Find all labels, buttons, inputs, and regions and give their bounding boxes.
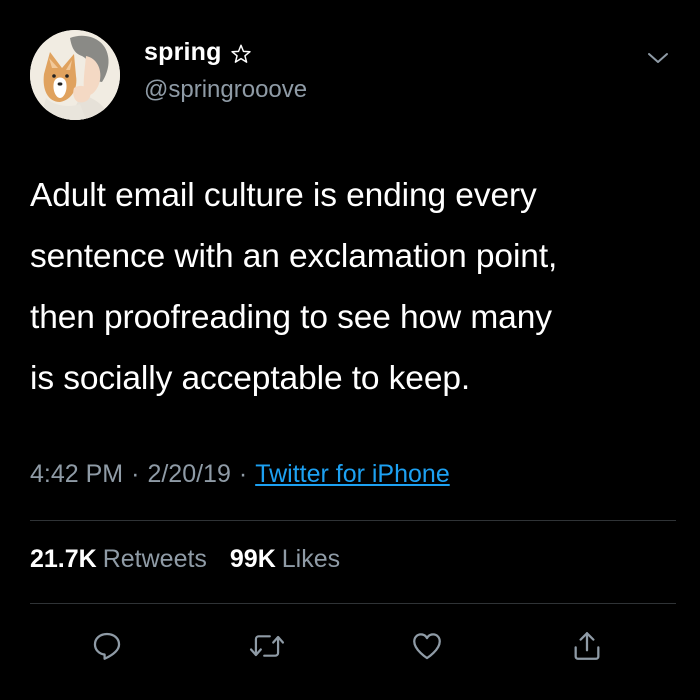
retweet-button[interactable] [247,626,287,666]
tweet-text-line: Adult email culture is ending every [30,177,537,214]
likes-label: Likes [281,545,341,573]
tweet-text-line: sentence with an exclamation point, [30,238,558,275]
tweet-card: spring @springrooove Adult email culture… [0,0,700,700]
avatar-illustration [30,30,120,120]
star-icon [230,43,252,65]
reply-button[interactable] [87,626,127,666]
avatar[interactable] [30,30,120,120]
display-name[interactable]: spring [144,38,222,67]
divider [30,603,676,604]
user-handle[interactable]: @springrooove [144,76,307,104]
retweets-count: 21.7K [30,545,97,573]
tweet-date[interactable]: 2/20/19 [147,460,230,488]
retweets-stat[interactable]: 21.7K Retweets [30,545,214,573]
divider [30,520,676,521]
meta-separator: · [131,460,140,488]
heart-icon [413,633,441,660]
reply-icon [93,632,121,660]
tweet-meta: 4:42 PM · 2/20/19 · Twitter for iPhone [30,460,450,489]
tweet-stats: 21.7K Retweets 99K Likes [30,545,340,574]
meta-separator: · [238,460,248,488]
tweet-time[interactable]: 4:42 PM [30,460,123,488]
tweet-source-link[interactable]: Twitter for iPhone [255,460,450,488]
display-name-row[interactable]: spring [144,38,252,67]
tweet-text: Adult email culture is ending every sent… [30,165,680,409]
likes-stat[interactable]: 99K Likes [230,545,340,573]
chevron-down-icon[interactable] [645,48,671,68]
likes-count: 99K [229,545,276,573]
retweets-label: Retweets [102,545,207,573]
retweet-icon [249,635,285,657]
share-button[interactable] [567,626,607,666]
tweet-text-line: is socially acceptable to keep. [30,360,471,397]
tweet-text-line: then proofreading to see how many [30,299,552,336]
like-button[interactable] [407,626,447,666]
share-icon [574,632,600,660]
